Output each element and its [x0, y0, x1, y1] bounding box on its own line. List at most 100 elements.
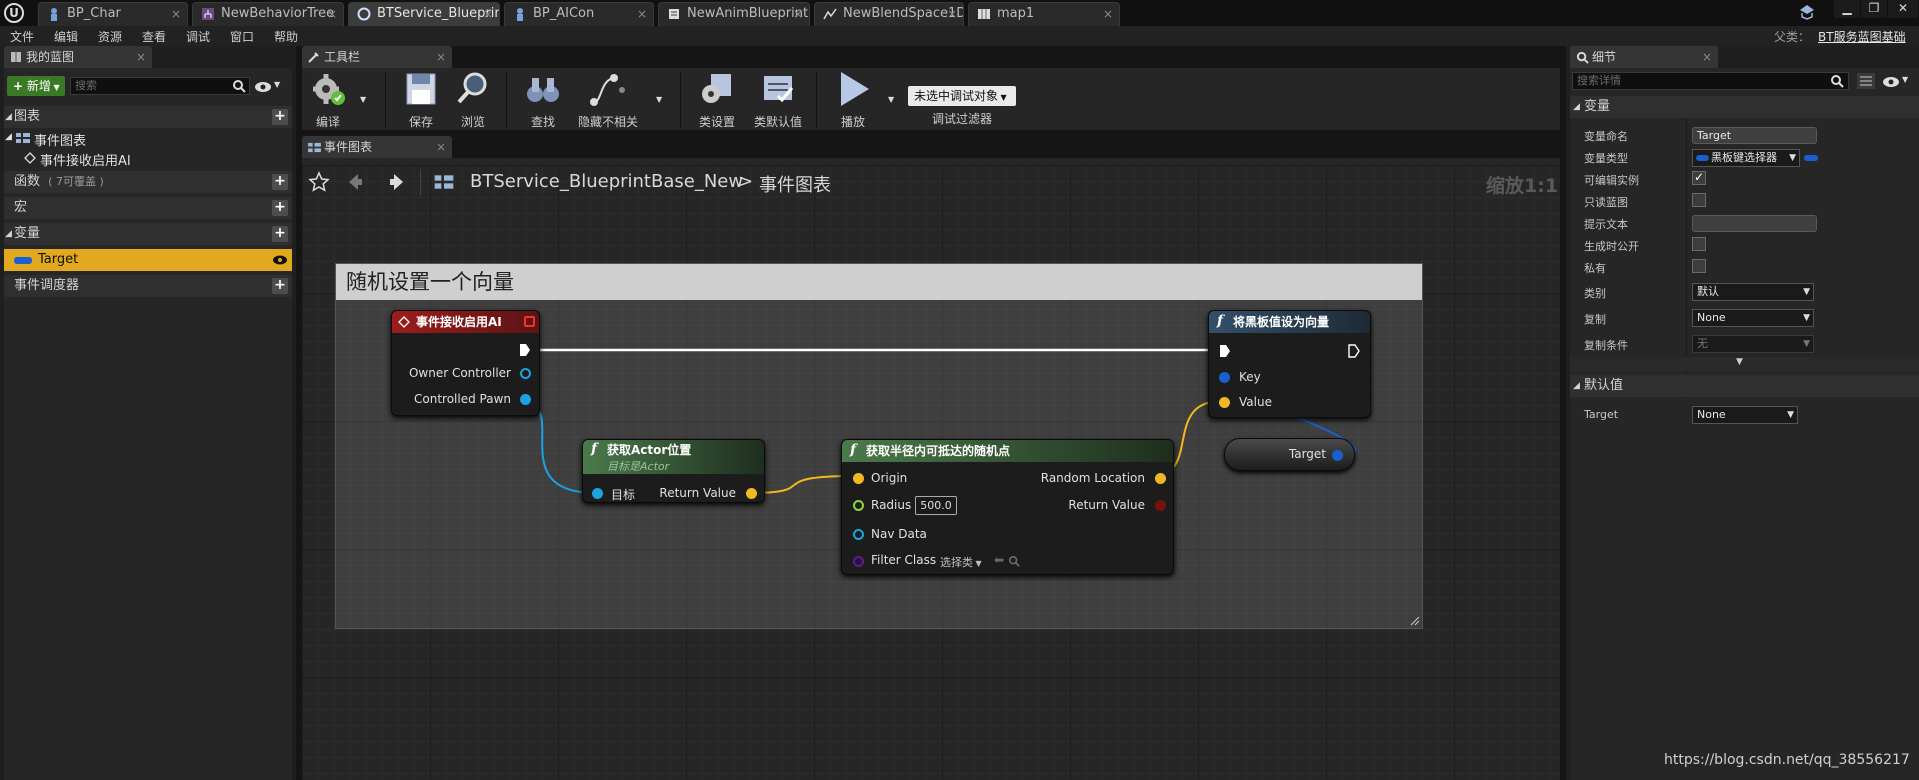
exec-out-pin-icon[interactable]	[519, 343, 531, 357]
blueprint-search-input[interactable]: 搜索	[70, 77, 250, 95]
tab-my-blueprint[interactable]: 我的蓝图 ×	[4, 46, 152, 68]
chevron-down-icon[interactable]: ▼	[1902, 75, 1908, 84]
menu-debug[interactable]: 调试	[186, 28, 210, 45]
advanced-expander[interactable]: ▼	[1570, 357, 1919, 371]
container-type-pill-icon[interactable]	[1804, 155, 1818, 161]
replication-dropdown[interactable]: None ▼	[1692, 309, 1814, 327]
close-window-icon[interactable]: ✕	[1888, 0, 1918, 18]
tab-bp-char[interactable]: BP_Char ×	[38, 2, 188, 26]
node-set-blackboard-vector[interactable]: f 将黑板值设为向量 Key Value	[1208, 310, 1371, 418]
restore-icon[interactable]: ❐	[1861, 0, 1887, 18]
eye-icon[interactable]	[272, 254, 288, 266]
details-search-input[interactable]: 搜索详情	[1572, 72, 1849, 90]
close-icon[interactable]: ×	[436, 46, 446, 68]
variable-type-dropdown[interactable]: 黑板键选择器 ▼	[1692, 149, 1800, 167]
menu-file[interactable]: 文件	[10, 28, 34, 45]
section-default-value[interactable]: ◢ 默认值	[1570, 375, 1919, 397]
section-event-dispatchers[interactable]: 事件调度器 +	[4, 275, 292, 297]
section-functions[interactable]: 函数 ( 7可覆盖 ) +	[4, 171, 292, 193]
node-get-actor-location[interactable]: f 获取Actor位置 目标是Actor 目标 Return Value	[582, 439, 765, 503]
tree-event-graph[interactable]: ◢ 事件图表	[4, 130, 292, 149]
menu-edit[interactable]: 编辑	[54, 28, 78, 45]
use-selected-arrow-icon[interactable]: ⬅	[994, 553, 1004, 567]
radius-input[interactable]: 500.0	[915, 496, 957, 515]
exec-in-pin-icon[interactable]	[1219, 344, 1231, 358]
float-in-pin-icon[interactable]	[853, 500, 864, 511]
eye-icon[interactable]	[1882, 76, 1900, 88]
node-target-getter[interactable]: Target	[1224, 438, 1355, 471]
close-icon[interactable]: ×	[637, 3, 647, 25]
search-icon[interactable]	[1830, 74, 1844, 88]
struct-in-pin-icon[interactable]	[1219, 372, 1230, 383]
close-icon[interactable]: ×	[483, 3, 493, 25]
variable-item-target[interactable]: Target	[4, 249, 292, 271]
chevron-down-icon[interactable]: ▼	[274, 80, 280, 89]
tab-new-anim-blueprint[interactable]: NewAnimBlueprint ×	[658, 2, 810, 26]
close-icon[interactable]: ×	[1103, 3, 1113, 25]
exec-out-pin-icon[interactable]	[1348, 344, 1360, 358]
marketplace-icon[interactable]	[1798, 4, 1816, 20]
private-checkbox[interactable]	[1692, 259, 1706, 273]
close-icon[interactable]: ×	[436, 136, 446, 158]
play-button[interactable]: 播放	[828, 70, 878, 130]
instance-editable-checkbox[interactable]: ✓	[1692, 170, 1706, 185]
class-settings-button[interactable]: 类设置	[692, 70, 742, 130]
vector-out-pin-icon[interactable]	[1155, 473, 1166, 484]
close-icon[interactable]: ×	[171, 3, 181, 25]
section-graphs[interactable]: ◢ 图表 +	[4, 106, 292, 128]
tab-btservice[interactable]: BTService_BlueprintBase_ ×	[348, 2, 500, 26]
vector-out-pin-icon[interactable]	[746, 488, 757, 499]
category-combobox[interactable]: 默认 ▼	[1692, 283, 1814, 301]
tab-new-behavior-tree[interactable]: NewBehaviorTree ×	[192, 2, 344, 26]
close-icon[interactable]: ×	[793, 3, 803, 25]
add-macro-button[interactable]: +	[272, 200, 288, 216]
object-in-pin-icon[interactable]	[853, 529, 864, 540]
node-header[interactable]: f 获取Actor位置 目标是Actor	[583, 440, 764, 474]
vector-in-pin-icon[interactable]	[853, 473, 864, 484]
node-header[interactable]: 事件接收启用AI	[392, 311, 539, 333]
close-icon[interactable]: ×	[947, 3, 957, 25]
object-in-pin-icon[interactable]	[592, 488, 603, 499]
save-button[interactable]: 保存	[396, 70, 446, 130]
parent-class-link[interactable]: BT服务蓝图基础	[1818, 28, 1906, 45]
tab-details[interactable]: 细节 ×	[1570, 46, 1718, 68]
menu-asset[interactable]: 资源	[98, 28, 122, 45]
tab-event-graph[interactable]: 事件图表 ×	[302, 136, 452, 158]
browse-search-icon[interactable]	[1008, 555, 1020, 567]
section-variables[interactable]: ◢ 变量 +	[4, 223, 292, 245]
minimize-icon[interactable]: ▁	[1834, 0, 1860, 18]
add-graph-button[interactable]: +	[272, 109, 288, 125]
eye-icon[interactable]	[254, 81, 272, 93]
search-icon[interactable]	[232, 79, 246, 93]
add-variable-button[interactable]: +	[272, 226, 288, 242]
filter-class-dropdown[interactable]: 选择类 ▼	[940, 554, 982, 570]
add-new-button[interactable]: + 新增 ▼	[7, 76, 65, 96]
expose-on-spawn-checkbox[interactable]	[1692, 237, 1706, 251]
compile-options-chevron-icon[interactable]: ▼	[360, 95, 366, 104]
node-get-random-reachable-point[interactable]: f 获取半径内可抵达的随机点 Origin Random Location Ra…	[841, 439, 1174, 575]
node-header[interactable]: f 获取半径内可抵达的随机点	[842, 440, 1173, 462]
close-icon[interactable]: ×	[136, 46, 146, 68]
struct-out-pin-icon[interactable]	[1332, 450, 1343, 461]
blueprint-readonly-checkbox[interactable]	[1692, 193, 1706, 207]
menu-window[interactable]: 窗口	[230, 28, 254, 45]
tab-bp-aicon[interactable]: BP_AICon ×	[504, 2, 654, 26]
close-icon[interactable]: ×	[1702, 46, 1712, 68]
tree-event-receive-activation[interactable]: 事件接收启用AI	[24, 150, 292, 169]
debug-object-dropdown[interactable]: 未选中调试对象 ▼	[908, 86, 1016, 106]
browse-button[interactable]: 浏览	[448, 70, 498, 130]
play-options-chevron-icon[interactable]: ▼	[888, 95, 894, 104]
tab-toolbar[interactable]: 工具栏 ×	[302, 46, 452, 68]
close-icon[interactable]: ×	[327, 3, 337, 25]
graph-canvas[interactable]: BTService_BlueprintBase_New > 事件图表 缩放1:1…	[302, 165, 1560, 780]
add-function-button[interactable]: +	[272, 174, 288, 190]
tooltip-input[interactable]	[1692, 215, 1817, 232]
tab-map1[interactable]: map1 ×	[968, 2, 1120, 26]
variable-name-input[interactable]: Target	[1692, 127, 1817, 144]
hide-unrelated-button[interactable]: 隐藏不相关	[576, 70, 640, 130]
default-target-dropdown[interactable]: None ▼	[1692, 406, 1798, 424]
vector-in-pin-icon[interactable]	[1219, 397, 1230, 408]
menu-help[interactable]: 帮助	[274, 28, 298, 45]
object-out-pin-icon[interactable]	[520, 368, 531, 379]
section-variable[interactable]: ◢ 变量	[1570, 96, 1919, 118]
